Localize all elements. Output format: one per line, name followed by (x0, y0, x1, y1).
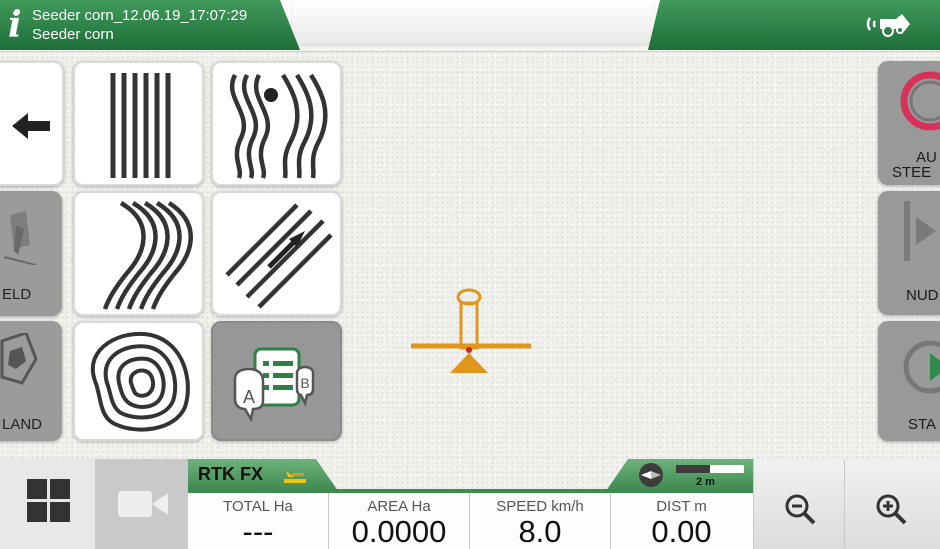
zoom-in-icon (876, 494, 907, 525)
curved-lines-icon (102, 201, 193, 310)
connection-panel[interactable] (648, 0, 940, 50)
tractor-signal-icon (866, 14, 910, 37)
info-icon[interactable]: i (8, 7, 28, 43)
metric-label: SPEED km/h (496, 498, 584, 515)
back-arrow-icon (12, 113, 50, 139)
nudge-label: NUD (906, 287, 939, 304)
area-ha-metric: AREA Ha 0.0000 (329, 493, 470, 549)
contour-mode-button[interactable] (73, 321, 204, 441)
zoom-out-icon (785, 494, 816, 525)
job-subtitle: Seeder corn (32, 26, 114, 43)
ab-lines-manager-icon: A B (233, 347, 315, 423)
heading-lines-icon (225, 203, 333, 309)
lines-manager-button[interactable]: A B (211, 321, 342, 441)
metric-value: 0.0000 (351, 514, 447, 549)
free-curve-icon (229, 73, 328, 179)
vehicle-marker (411, 288, 531, 373)
metric-value: 8.0 (518, 514, 562, 549)
gps-status-label: RTK FX (198, 464, 263, 484)
start-label: STA (908, 416, 937, 433)
video-camera-icon (118, 491, 168, 517)
apps-menu-button[interactable] (0, 459, 96, 549)
nudge-button[interactable]: NUD (878, 191, 940, 315)
metric-value: --- (242, 514, 274, 549)
zoom-in-button[interactable] (845, 459, 940, 549)
steering-wheel-icon (900, 71, 940, 131)
metric-label: AREA Ha (367, 498, 431, 515)
satellite-quality-icon (284, 471, 306, 483)
straight-lines-mode-button[interactable] (73, 61, 204, 186)
land-label: LAND (2, 416, 43, 433)
status-strip: RTK FX 2 m (188, 459, 753, 495)
land-boundary-icon (0, 333, 38, 385)
metrics-panel: TOTAL Ha --- AREA Ha 0.0000 SPEED km/h 8… (188, 493, 753, 549)
pencil-field-icon (3, 211, 37, 265)
zoom-out-button[interactable] (753, 459, 845, 549)
svg-text:A: A (243, 387, 255, 407)
top-bar: i Seeder corn_12.06.19_17:07:29 Seeder c… (0, 0, 940, 52)
top-center-panel (292, 0, 654, 44)
speed-metric: SPEED km/h 8.0 (470, 493, 611, 549)
auto-steer-label-2: STEE (892, 164, 932, 181)
svg-text:B: B (300, 375, 309, 391)
field-button[interactable]: ELD (0, 191, 62, 316)
job-title: Seeder corn_12.06.19_17:07:29 (32, 8, 248, 24)
free-curve-mode-button[interactable] (211, 61, 342, 186)
nudge-icon (904, 201, 936, 261)
compass-icon[interactable] (636, 462, 666, 488)
land-button[interactable]: LAND (0, 321, 62, 441)
camera-button[interactable] (96, 459, 188, 549)
scale-label: 2 m (696, 476, 715, 488)
heading-lines-mode-button[interactable] (211, 191, 342, 316)
straight-lines-icon (110, 73, 171, 178)
concentric-contour-icon (90, 331, 190, 432)
metric-label: DIST m (656, 498, 707, 515)
metric-label: TOTAL Ha (223, 498, 293, 515)
bottom-bar: RTK FX 2 m TOTAL Ha --- AREA Ha 0.0000 S… (0, 459, 940, 549)
back-button[interactable] (0, 61, 64, 186)
metric-value: 0.00 (651, 514, 712, 549)
distance-metric: DIST m 0.00 (611, 493, 752, 549)
start-play-icon (903, 340, 940, 394)
field-label: ELD (2, 286, 32, 303)
curved-lines-mode-button[interactable] (73, 191, 204, 316)
total-ha-metric: TOTAL Ha --- (188, 493, 329, 549)
job-info-panel[interactable]: i Seeder corn_12.06.19_17:07:29 Seeder c… (0, 0, 300, 50)
auto-steer-button[interactable]: AU STEE (878, 61, 940, 185)
start-button[interactable]: STA (878, 321, 940, 441)
grid-menu-icon (27, 479, 70, 522)
